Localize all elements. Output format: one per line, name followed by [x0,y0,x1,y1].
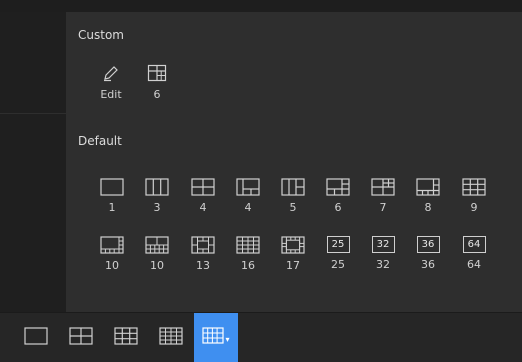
layout-option-label: 3 [153,201,161,214]
bottom-toolbar: ▾ [0,313,522,362]
layout-option-64[interactable]: 64 64 [458,236,490,276]
layout-option-label: 5 [289,201,297,214]
layout-option-5[interactable]: 5 [277,178,309,218]
layout-menu-button[interactable]: ▾ [194,313,238,362]
layout-option-8[interactable]: 8 [412,178,444,218]
layout-3-icon [145,178,169,196]
layout-option-6[interactable]: 6 [322,178,354,218]
layout-4-icon [191,178,215,196]
custom-layout-6-label: 6 [153,88,161,101]
custom-section-title: Custom [78,28,124,42]
layout-option-7[interactable]: 7 [367,178,399,218]
chevron-down-icon: ▾ [225,335,230,344]
layout-36-icon: 36 [416,236,440,253]
layout-option-label: 32 [376,258,390,271]
layout-10-icon [100,236,124,254]
layout-menu-icon [202,327,225,348]
layout-option-label: 13 [196,259,210,272]
nine-screen-icon [114,326,138,349]
layout-option-1[interactable]: 1 [96,178,128,218]
layout-option-label: 10 [105,259,119,272]
nine-screen-button[interactable] [104,313,148,362]
default-section-title: Default [78,134,122,148]
single-screen-icon [24,326,48,349]
layout-option-label: 36 [421,258,435,271]
layout-option-4b[interactable]: 4 [232,178,264,218]
layout-option-10b[interactable]: 10 [141,236,173,276]
layout-option-9[interactable]: 9 [458,178,490,218]
layout-option-label: 25 [331,258,345,271]
layout-1-icon [100,178,124,196]
layout-option-label: 1 [108,201,116,214]
layout-option-32[interactable]: 32 32 [367,236,399,276]
custom-layout-6-button[interactable]: 6 [141,63,173,103]
layout-option-25[interactable]: 25 25 [322,236,354,276]
quad-screen-button[interactable] [59,313,103,362]
pencil-icon [101,63,121,83]
sixteen-screen-button[interactable] [149,313,193,362]
layout-8-icon [416,178,440,196]
layout-option-label: 17 [286,259,300,272]
layout-popup-panel: Custom Edit 6 Default 1 3 4 4 5 6 7 8 9 … [66,12,522,312]
layout-6-icon [326,178,350,196]
custom-edit-label: Edit [100,88,122,101]
layout-option-13[interactable]: 13 [187,236,219,276]
top-strip [0,0,522,12]
layout-option-4[interactable]: 4 [187,178,219,218]
layout-32-icon: 32 [371,236,395,253]
single-screen-button[interactable] [14,313,58,362]
left-divider [0,113,66,114]
layout-option-label: 8 [424,201,432,214]
layout-5-icon [281,178,305,196]
layout-option-36[interactable]: 36 36 [412,236,444,276]
layout-6-custom-icon [147,63,167,83]
layout-option-label: 64 [467,258,481,271]
layout-64-icon: 64 [462,236,486,253]
layout-option-17[interactable]: 17 [277,236,309,276]
layout-option-label: 4 [244,201,252,214]
layout-option-label: 9 [470,201,478,214]
layout-10b-icon [145,236,169,254]
layout-option-label: 6 [334,201,342,214]
left-video-area [0,12,66,312]
layout-13-icon [191,236,215,254]
layout-25-icon: 25 [326,236,350,253]
layout-16-icon [236,236,260,254]
layout-option-label: 16 [241,259,255,272]
sixteen-screen-icon [159,326,183,349]
layout-option-label: 10 [150,259,164,272]
layout-9-icon [462,178,486,196]
layout-option-10[interactable]: 10 [96,236,128,276]
layout-option-16[interactable]: 16 [232,236,264,276]
quad-screen-icon [69,326,93,349]
custom-edit-button[interactable]: Edit [95,63,127,103]
layout-7-icon [371,178,395,196]
layout-4b-icon [236,178,260,196]
layout-option-label: 4 [199,201,207,214]
layout-option-label: 7 [379,201,387,214]
layout-option-3[interactable]: 3 [141,178,173,218]
layout-17-icon [281,236,305,254]
